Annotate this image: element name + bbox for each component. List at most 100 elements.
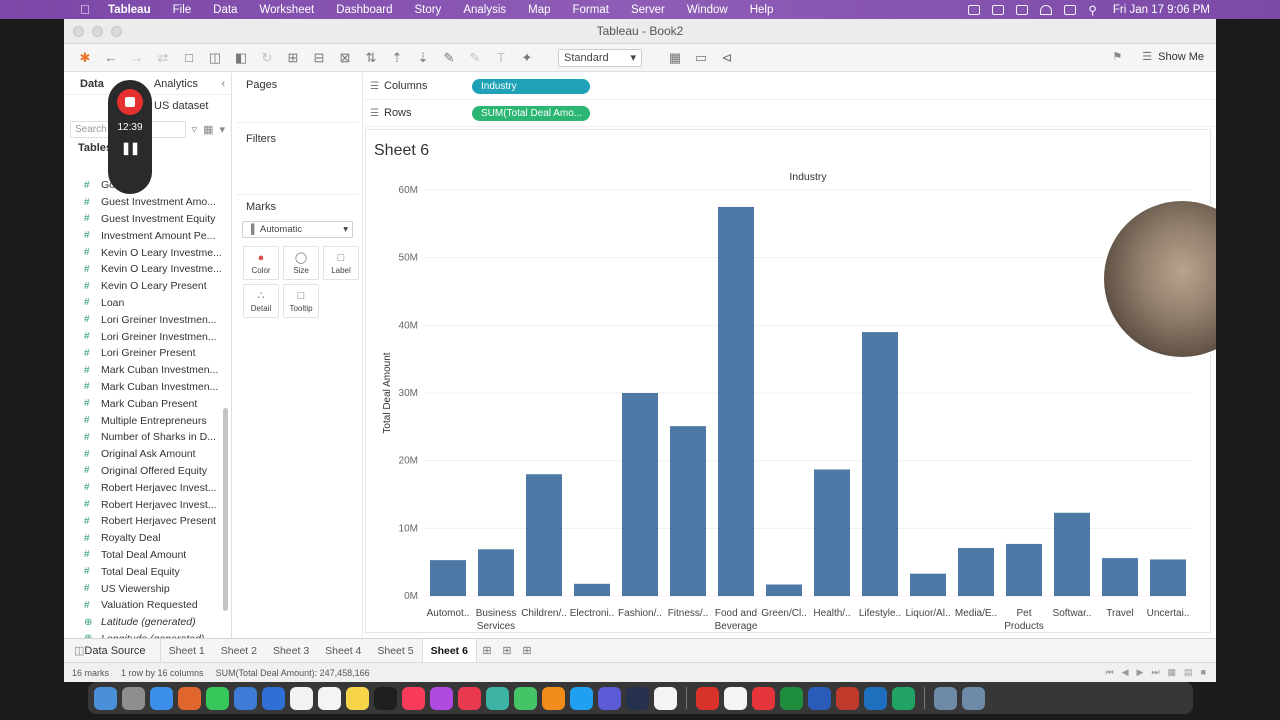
- menu-format[interactable]: Format: [573, 4, 609, 16]
- dock-app-icon[interactable]: [598, 686, 621, 710]
- dock-app-icon[interactable]: [178, 686, 201, 710]
- field-item[interactable]: # Loan: [64, 295, 224, 312]
- pause-icon[interactable]: ❚❚: [121, 141, 140, 155]
- tableau-logo-icon[interactable]: ✱: [76, 50, 94, 66]
- mark-type-dropdown[interactable]: ▌ Automatic ▾: [242, 221, 353, 238]
- field-list-scrollbar[interactable]: [223, 408, 228, 611]
- field-item[interactable]: # Lori Greiner Investmen...: [64, 328, 224, 345]
- dock-app-icon[interactable]: [542, 686, 565, 710]
- menu-worksheet[interactable]: Worksheet: [259, 4, 314, 16]
- bar[interactable]: [1150, 559, 1186, 596]
- redo-icon[interactable]: →: [128, 50, 146, 66]
- bar[interactable]: [1102, 558, 1138, 596]
- minimize-button[interactable]: [92, 26, 103, 37]
- last-sheet-icon[interactable]: ⏭: [1151, 667, 1159, 678]
- filter-icon[interactable]: ▿: [192, 123, 198, 136]
- new-dashboard-icon[interactable]: ⊞: [497, 644, 517, 657]
- rows-shelf[interactable]: ☰ Rows SUM(Total Deal Amo...: [364, 100, 1216, 127]
- dock-app-icon[interactable]: [696, 686, 719, 710]
- new-story-icon[interactable]: ⊞: [517, 644, 537, 657]
- bar[interactable]: [1006, 543, 1042, 596]
- field-item[interactable]: # Number of Sharks in D...: [64, 429, 224, 446]
- menu-map[interactable]: Map: [528, 4, 550, 16]
- status-icon[interactable]: [992, 4, 1005, 15]
- pages-card[interactable]: Pages: [237, 73, 358, 123]
- field-item[interactable]: # Robert Herjavec Present: [64, 513, 224, 530]
- tab-analytics[interactable]: Analytics: [154, 78, 198, 90]
- filmstrip-icon[interactable]: ▤: [1184, 667, 1193, 678]
- stop-recording-button[interactable]: [117, 89, 143, 115]
- menubar-clock[interactable]: Fri Jan 17 9:06 PM: [1113, 4, 1210, 16]
- dock-app-icon[interactable]: [94, 686, 117, 710]
- bar[interactable]: [862, 332, 898, 596]
- field-item[interactable]: # Kevin O Leary Investme...: [64, 244, 224, 261]
- field-item[interactable]: # Robert Herjavec Invest...: [64, 496, 224, 513]
- dock-app-icon[interactable]: [234, 686, 257, 710]
- tab-sheet-3[interactable]: Sheet 3: [265, 639, 317, 663]
- bar[interactable]: [814, 469, 850, 596]
- dock-app-icon[interactable]: [150, 686, 173, 710]
- field-item[interactable]: # US Viewership: [64, 580, 224, 597]
- pause-updates-icon[interactable]: ◧: [232, 50, 250, 66]
- sheet-sorter-icon[interactable]: ▦: [1168, 667, 1177, 678]
- dock-app-icon[interactable]: [962, 686, 985, 710]
- field-item[interactable]: # Mark Cuban Investmen...: [64, 379, 224, 396]
- dock-app-icon[interactable]: [864, 686, 887, 710]
- filters-card[interactable]: Filters: [237, 127, 358, 195]
- dock-app-icon[interactable]: [318, 686, 341, 710]
- undo-icon[interactable]: ←: [102, 50, 120, 66]
- dock-app-icon[interactable]: [290, 686, 313, 710]
- field-item[interactable]: ⊕ Latitude (generated): [64, 614, 224, 631]
- dock-app-icon[interactable]: [724, 686, 747, 710]
- bar[interactable]: [526, 474, 562, 596]
- dock-app-icon[interactable]: [780, 686, 803, 710]
- show-me-button[interactable]: ⚑ ☰ Show Me: [1112, 50, 1204, 64]
- tabs-icon[interactable]: ■: [1201, 667, 1206, 678]
- dock-app-icon[interactable]: [892, 686, 915, 710]
- menu-help[interactable]: Help: [750, 4, 774, 16]
- field-item[interactable]: # Kevin O Leary Investme...: [64, 261, 224, 278]
- next-sheet-icon[interactable]: ▶: [1137, 667, 1144, 678]
- bar[interactable]: [958, 547, 994, 596]
- swap-icon[interactable]: ⇅: [362, 50, 380, 66]
- field-item[interactable]: # Valuation Requested: [64, 597, 224, 614]
- dock-app-icon[interactable]: [402, 686, 425, 710]
- dock-app-icon[interactable]: [486, 686, 509, 710]
- new-worksheet-icon[interactable]: ⊞: [477, 644, 497, 657]
- replay-icon[interactable]: ⇄: [154, 50, 172, 66]
- dock-app-icon[interactable]: [262, 686, 285, 710]
- field-item[interactable]: # Lori Greiner Present: [64, 345, 224, 362]
- tab-sheet-6[interactable]: Sheet 6: [421, 638, 477, 663]
- dock-app-icon[interactable]: [122, 686, 145, 710]
- bar[interactable]: [574, 583, 610, 596]
- tab-sheet-5[interactable]: Sheet 5: [369, 639, 421, 663]
- color-button[interactable]: ● Color: [243, 246, 279, 280]
- field-item[interactable]: # Kevin O Leary Present: [64, 278, 224, 295]
- detail-button[interactable]: ∴ Detail: [243, 284, 279, 318]
- bar[interactable]: [670, 426, 706, 596]
- field-item[interactable]: # Original Ask Amount: [64, 446, 224, 463]
- close-button[interactable]: [73, 26, 84, 37]
- first-sheet-icon[interactable]: ⏮: [1105, 667, 1113, 678]
- field-item[interactable]: # Guest Investment Amo...: [64, 194, 224, 211]
- menu-data[interactable]: Data: [213, 4, 237, 16]
- field-item[interactable]: # Multiple Entrepreneurs: [64, 412, 224, 429]
- total-deal-amount-pill[interactable]: SUM(Total Deal Amo...: [472, 105, 590, 121]
- pin-icon[interactable]: ⚑: [1112, 50, 1122, 63]
- bar[interactable]: [766, 584, 802, 596]
- zoom-button[interactable]: [111, 26, 122, 37]
- bar-chart[interactable]: 0M 10M 20M 30M 40M 50M 60M Total Deal Amount Ind…: [366, 130, 1210, 632]
- dock-app-icon[interactable]: [430, 686, 453, 710]
- tab-data-source[interactable]: ◫ Data Source: [64, 638, 161, 663]
- collapse-pane-icon[interactable]: ‹: [221, 78, 225, 90]
- dock-app-icon[interactable]: [808, 686, 831, 710]
- bar[interactable]: [430, 560, 466, 596]
- bar[interactable]: [622, 393, 658, 596]
- dock-app-icon[interactable]: [346, 686, 369, 710]
- status-icon[interactable]: [1016, 4, 1029, 15]
- menu-app-name[interactable]: Tableau: [108, 4, 151, 16]
- group-icon[interactable]: ✎: [466, 50, 484, 66]
- field-item[interactable]: # Mark Cuban Investmen...: [64, 362, 224, 379]
- apple-menu-icon[interactable]: : [80, 2, 94, 17]
- view-size-dropdown[interactable]: Standard ▾: [558, 48, 642, 67]
